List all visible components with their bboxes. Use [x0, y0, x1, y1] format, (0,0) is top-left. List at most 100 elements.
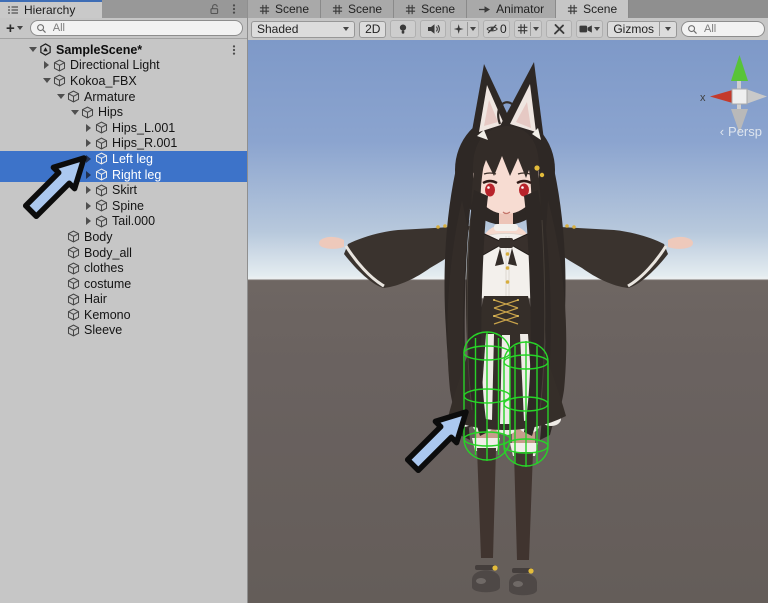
expand-arrow-icon[interactable] [40, 61, 53, 69]
list-icon [7, 4, 19, 16]
tree-item-hips-l-001[interactable]: Hips_L.001 [0, 120, 247, 136]
grid-icon [259, 4, 270, 15]
hierarchy-search-input[interactable] [50, 21, 237, 35]
divider [659, 22, 661, 36]
tree-item-label: Body_all [84, 245, 132, 260]
tree-item-armature[interactable]: Armature [0, 89, 247, 105]
tree-item-label: costume [84, 276, 132, 291]
gizmos-label: Gizmos [613, 22, 655, 36]
tree-item-clothes[interactable]: clothes [0, 260, 247, 276]
speaker-icon [427, 23, 440, 35]
shading-mode-dropdown[interactable]: Shaded [251, 20, 356, 38]
gameobject-cube-icon [67, 324, 80, 337]
sparkle-fx-icon [453, 23, 464, 35]
scene-viewport[interactable]: x ‹ Persp [248, 40, 768, 603]
tab-scene-active[interactable]: Scene [556, 0, 630, 18]
axis-center-cube[interactable] [731, 88, 748, 105]
chevron-down-icon[interactable] [533, 27, 540, 31]
toggle-2d-button[interactable]: 2D [359, 20, 387, 38]
scene-search-box[interactable] [681, 21, 766, 37]
grid-icon [567, 4, 578, 15]
persp-collapse-icon[interactable]: ‹ [720, 124, 724, 139]
tree-item-hips-r-001[interactable]: Hips_R.001 [0, 136, 247, 152]
collapse-arrow-icon[interactable] [40, 78, 53, 83]
tree-item-label: Spine [112, 198, 144, 213]
tree-item-label: Hips [98, 105, 124, 120]
grid-visibility-button[interactable] [513, 20, 543, 38]
component-tools-button[interactable] [546, 20, 573, 38]
tree-item-hair[interactable]: Hair [0, 292, 247, 308]
gameobject-cube-icon [67, 308, 80, 321]
hierarchy-panel: Hierarchy + SampleScene* Directional Lig… [0, 0, 248, 603]
tab-label: Animator [496, 2, 545, 16]
tab-strip-spacer [102, 0, 201, 18]
tree-item-kemono[interactable]: Kemono [0, 307, 247, 323]
chevron-down-icon[interactable] [469, 27, 476, 31]
gameobject-cube-icon [95, 184, 108, 197]
scene-effects-button[interactable] [450, 20, 479, 38]
tab-hierarchy[interactable]: Hierarchy [0, 0, 102, 18]
scene-lighting-button[interactable] [390, 20, 417, 38]
hierarchy-toolbar: + [0, 18, 247, 39]
gameobject-cube-icon [95, 121, 108, 134]
gameobject-cube-icon [67, 277, 80, 290]
gizmos-dropdown[interactable]: Gizmos [607, 20, 678, 38]
lock-icon[interactable] [208, 3, 220, 15]
tree-item-kokoa-fbx[interactable]: Kokoa_FBX [0, 73, 247, 89]
shoe-buckle [492, 565, 498, 571]
gameobject-cube-icon [95, 152, 108, 165]
tree-item-label: Skirt [112, 183, 137, 198]
projection-mode-label[interactable]: ‹ Persp [720, 124, 762, 139]
chevron-down-icon [665, 27, 672, 31]
gameobject-cube-icon [53, 59, 66, 72]
tree-item-samplescene[interactable]: SampleScene* [0, 42, 247, 58]
expand-arrow-icon[interactable] [82, 139, 95, 147]
shoe-buckle [528, 568, 534, 574]
chevron-down-icon [16, 26, 23, 30]
axis-y-cone[interactable] [731, 55, 748, 81]
tab-animator[interactable]: Animator [467, 0, 557, 18]
tab-label: Scene [583, 2, 618, 16]
collapse-arrow-icon[interactable] [54, 94, 67, 99]
tree-item-directional-light[interactable]: Directional Light [0, 58, 247, 74]
animator-icon [478, 4, 491, 15]
tree-item-sleeve[interactable]: Sleeve [0, 323, 247, 339]
scene-tab-strip: Scene Scene Scene Animator Scene [248, 0, 768, 18]
tree-item-label: Hips_L.001 [112, 120, 176, 135]
axis-cone-right[interactable] [746, 89, 767, 104]
tab-scene-3[interactable]: Scene [394, 0, 468, 18]
collapse-arrow-icon[interactable] [26, 47, 39, 52]
plus-icon: + [6, 19, 15, 37]
expand-arrow-icon[interactable] [82, 124, 95, 132]
scene-audio-button[interactable] [420, 20, 447, 38]
lightbulb-icon [397, 23, 409, 35]
2d-label: 2D [365, 22, 381, 36]
tree-item-body[interactable]: Body [0, 229, 247, 245]
tree-item-label: Sleeve [84, 323, 123, 338]
tree-item-label: SampleScene* [56, 42, 143, 57]
hierarchy-tab-strip: Hierarchy [0, 0, 247, 18]
tree-item-label: Left leg [112, 151, 154, 166]
tree-item-body-all[interactable]: Body_all [0, 245, 247, 261]
tab-scene-2[interactable]: Scene [321, 0, 395, 18]
scene-panel: Scene Scene Scene Animator Scene Shaded … [248, 0, 768, 603]
tree-item-costume[interactable]: costume [0, 276, 247, 292]
create-object-button[interactable]: + [4, 21, 25, 36]
hierarchy-tab-label: Hierarchy [24, 3, 76, 17]
hierarchy-search-box[interactable] [29, 20, 243, 36]
chevron-down-icon[interactable] [594, 27, 601, 31]
gameobject-cube-icon [67, 262, 80, 275]
kebab-menu-icon[interactable] [228, 3, 240, 15]
collapse-arrow-icon[interactable] [68, 110, 81, 115]
scene-camera-button[interactable] [576, 20, 604, 38]
gameobject-cube-icon [67, 246, 80, 259]
scene-search-input[interactable] [702, 22, 760, 36]
scene-visibility-button[interactable]: 0 [482, 20, 510, 38]
crossed-tools-icon [553, 23, 565, 35]
tree-item-hips[interactable]: Hips [0, 104, 247, 120]
tree-item-label: Armature [84, 89, 136, 104]
tab-scene-1[interactable]: Scene [248, 0, 322, 18]
gameobject-cube-icon [81, 106, 94, 119]
chevron-down-icon [343, 27, 350, 31]
scene-kebab-icon[interactable] [228, 44, 240, 56]
